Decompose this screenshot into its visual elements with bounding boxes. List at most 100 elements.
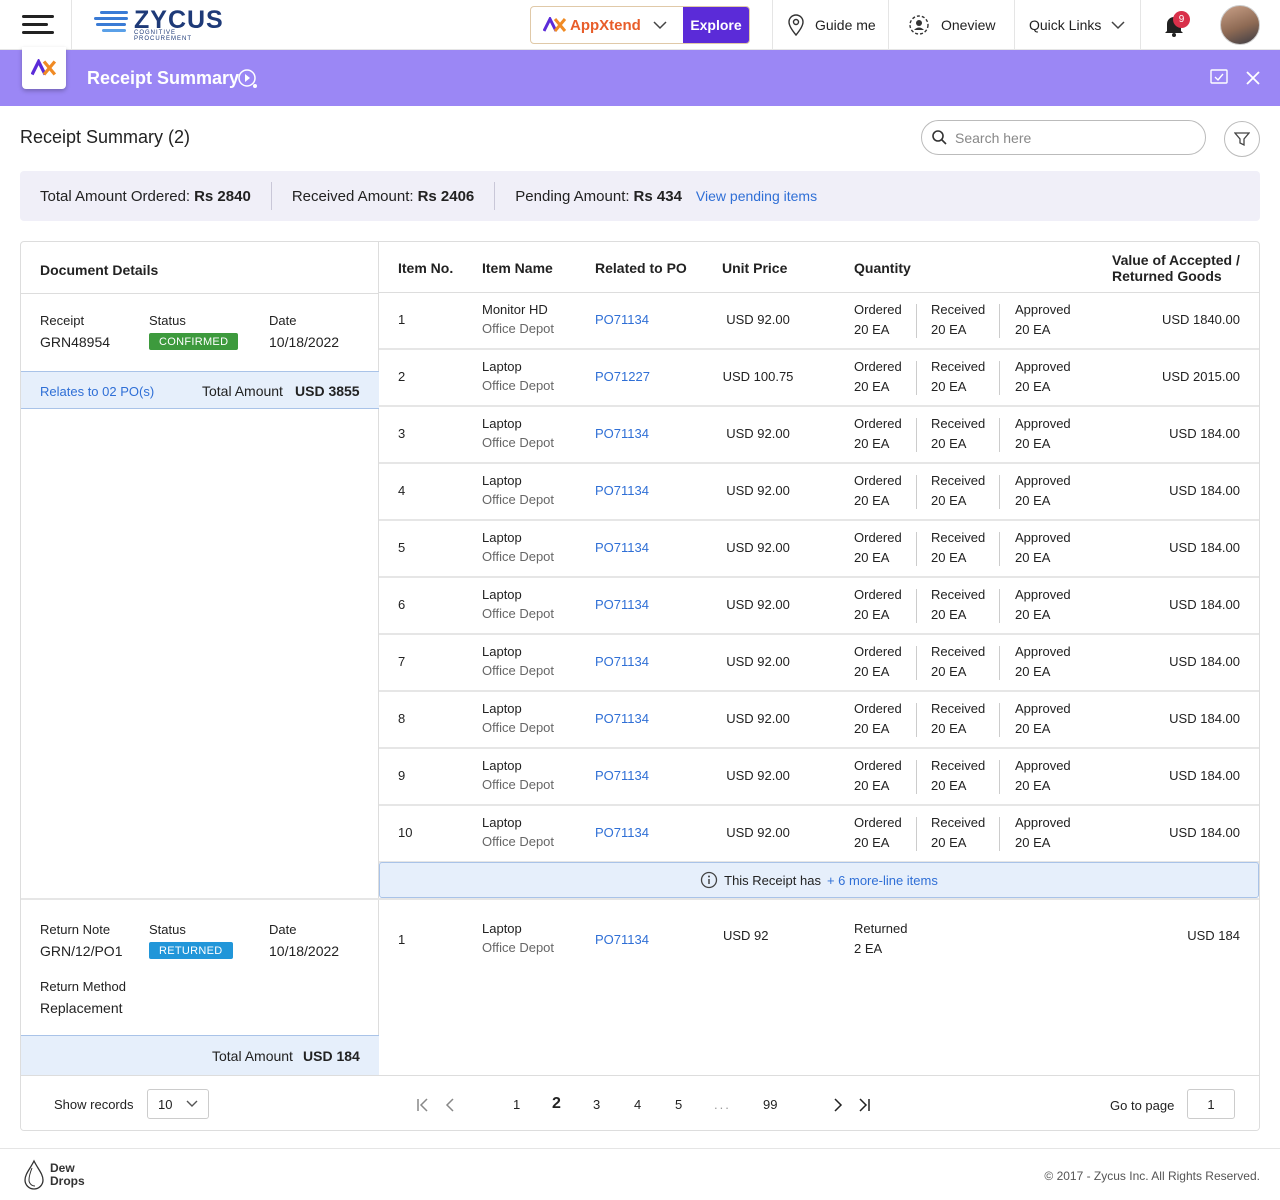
item-no: 9 <box>398 768 406 783</box>
oneview-link[interactable]: Oneview <box>888 0 1014 50</box>
table-row: 3 Laptop Office Depot PO71134 USD 92.00 Order… <box>379 407 1259 464</box>
line-value: USD 184.00 <box>1169 711 1240 726</box>
page-number[interactable]: 2 <box>552 1095 561 1113</box>
document-details-heading: Document Details <box>21 242 378 294</box>
feedback-icon[interactable] <box>1210 69 1228 87</box>
more-items-link[interactable]: + 6 more-line items <box>827 873 938 888</box>
item-name: Laptop <box>482 530 522 545</box>
table-row: 8 Laptop Office Depot PO71134 USD 92.00 Order… <box>379 692 1259 749</box>
quick-links-dropdown[interactable]: Quick Links <box>1014 0 1140 50</box>
po-link[interactable]: PO71134 <box>595 711 649 726</box>
received-label: Received <box>931 359 986 374</box>
quantity-divider <box>999 475 1000 509</box>
pagination-bar: Show records 10 1 2 3 4 5... 99 Go to page 1 <box>21 1075 1259 1130</box>
go-to-page-input[interactable]: 1 <box>1187 1089 1235 1119</box>
first-page-icon[interactable] <box>416 1098 430 1112</box>
prev-page-icon[interactable] <box>444 1098 456 1112</box>
col-quantity: Quantity <box>854 260 911 276</box>
table-row: 7 Laptop Office Depot PO71134 USD 92.00 Order… <box>379 635 1259 692</box>
view-pending-link[interactable]: View pending items <box>696 188 817 204</box>
records-per-page-select[interactable]: 10 <box>147 1089 209 1119</box>
approved-qty: 20 EA <box>1015 607 1051 622</box>
return-method-label: Return Method <box>40 979 126 994</box>
quantity-divider <box>999 646 1000 680</box>
po-link[interactable]: PO71134 <box>595 654 649 669</box>
notifications-button[interactable]: 9 <box>1140 0 1206 50</box>
po-link[interactable]: PO71134 <box>595 597 649 612</box>
item-name: Laptop <box>482 701 522 716</box>
total-amount-label: Total Amount <box>202 383 283 399</box>
next-page-icon[interactable] <box>832 1098 844 1112</box>
page-number[interactable]: 5 <box>675 1097 682 1112</box>
return-date-value: 10/18/2022 <box>269 943 340 959</box>
line-value: USD 184.00 <box>1169 540 1240 555</box>
filter-button[interactable] <box>1224 121 1260 157</box>
received-qty: 20 EA <box>931 721 967 736</box>
ordered-label: Ordered <box>854 359 902 374</box>
status-label: Status <box>149 313 186 328</box>
brand-name: ZYCUS <box>134 5 224 34</box>
quantity-divider <box>916 475 917 509</box>
return-total-value: USD 184 <box>303 1048 360 1064</box>
page-number[interactable]: 1 <box>513 1097 520 1112</box>
ordered-qty: 20 EA <box>854 436 890 451</box>
total-amount-value: USD 3855 <box>295 383 360 399</box>
quantity-divider <box>916 760 917 794</box>
table-row: 9 Laptop Office Depot PO71134 USD 92.00 Order… <box>379 749 1259 806</box>
quantity-divider <box>916 703 917 737</box>
approved-qty: 20 EA <box>1015 493 1051 508</box>
explore-button[interactable]: Explore <box>683 7 749 43</box>
return-po-link[interactable]: PO71134 <box>595 932 649 947</box>
item-name: Laptop <box>482 587 522 602</box>
ordered-qty: 20 EA <box>854 322 890 337</box>
page-number[interactable]: 99 <box>763 1097 777 1112</box>
line-value: USD 184.00 <box>1169 597 1240 612</box>
zycus-logo[interactable]: ZYCUS COGNITIVE PROCUREMENT <box>94 5 234 42</box>
quantity-divider <box>999 418 1000 452</box>
po-link[interactable]: PO71134 <box>595 426 649 441</box>
search-box[interactable] <box>921 120 1206 155</box>
unit-price: USD 100.75 <box>722 369 794 384</box>
appxtend-selector[interactable]: AppXtend Explore <box>530 6 750 44</box>
receipt-number-link[interactable]: GRN48954 <box>40 334 110 350</box>
show-records-label: Show records <box>54 1097 134 1112</box>
search-input[interactable] <box>955 129 1185 146</box>
avatar[interactable] <box>1220 5 1260 45</box>
relates-po-link[interactable]: Relates to 02 PO(s) <box>40 384 154 399</box>
table-row: 1 Monitor HD Office Depot PO71134 USD 92.00 O… <box>379 293 1259 350</box>
po-link[interactable]: PO71134 <box>595 483 649 498</box>
guide-me-link[interactable]: Guide me <box>772 0 888 50</box>
po-link[interactable]: PO71134 <box>595 540 649 555</box>
appxtend-icon <box>31 59 57 76</box>
ordered-qty: 20 EA <box>854 835 890 850</box>
approved-qty: 20 EA <box>1015 835 1051 850</box>
ordered-label: Ordered <box>854 644 902 659</box>
po-link[interactable]: PO71134 <box>595 312 649 327</box>
ordered-label: Ordered <box>854 416 902 431</box>
quantity-divider <box>916 817 917 851</box>
return-note-link[interactable]: GRN/12/PO1 <box>40 943 122 959</box>
page-number[interactable]: 3 <box>593 1097 600 1112</box>
item-name: Laptop <box>482 359 522 374</box>
approved-qty: 20 EA <box>1015 721 1051 736</box>
date-value: 10/18/2022 <box>269 334 340 350</box>
received-label: Received <box>931 302 986 317</box>
appxtend-logo[interactable] <box>22 47 66 89</box>
ordered-label: Ordered <box>854 758 902 773</box>
po-link[interactable]: PO71134 <box>595 825 649 840</box>
line-value: USD 2015.00 <box>1161 369 1240 384</box>
received-qty: 20 EA <box>931 607 967 622</box>
unit-price: USD 92.00 <box>726 654 790 669</box>
po-link[interactable]: PO71134 <box>595 768 649 783</box>
menu-icon[interactable] <box>0 0 72 50</box>
close-icon[interactable] <box>1245 70 1261 86</box>
po-link[interactable]: PO71227 <box>595 369 650 384</box>
date-label: Date <box>269 313 297 328</box>
unit-price: USD 92.00 <box>726 768 790 783</box>
approved-label: Approved <box>1015 416 1071 431</box>
last-page-icon[interactable] <box>857 1098 871 1112</box>
appxtend-label: AppXtend <box>570 16 641 34</box>
chevron-down-icon[interactable] <box>653 20 667 30</box>
page-number[interactable]: 4 <box>634 1097 641 1112</box>
play-help-icon[interactable] <box>237 68 259 90</box>
